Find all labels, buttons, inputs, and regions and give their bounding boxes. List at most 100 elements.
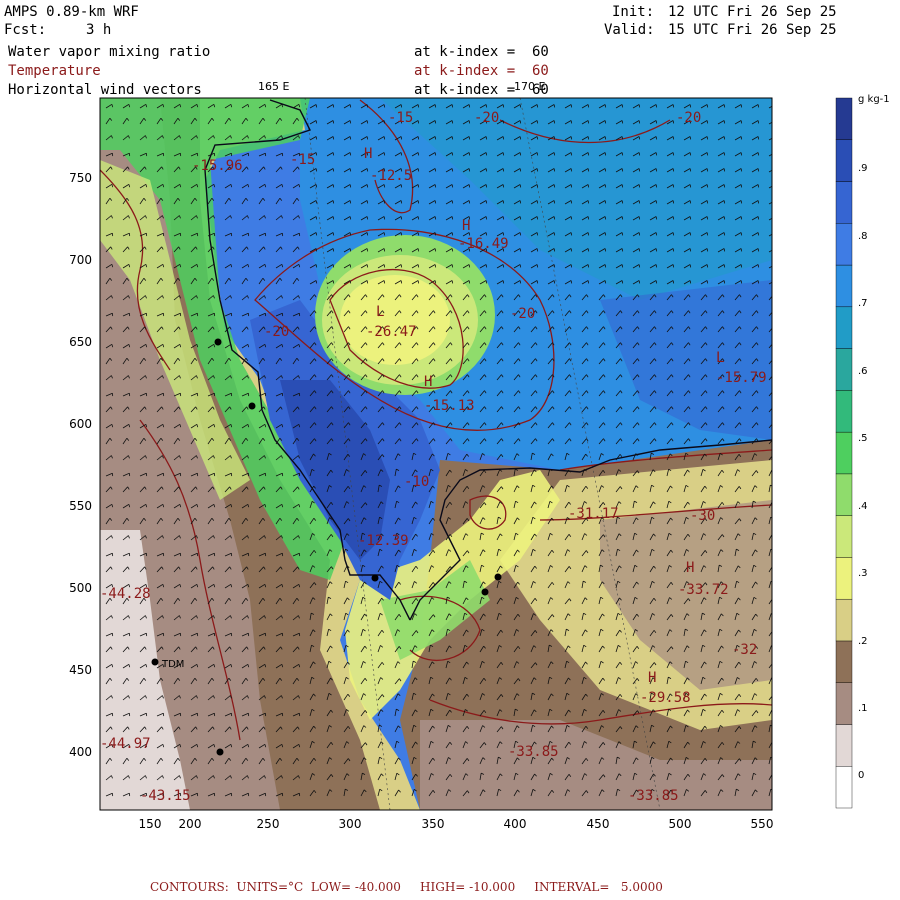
y-tick-label: 650	[69, 335, 92, 349]
colorbar-swatch	[835, 264, 853, 308]
footer-units: UNITS=°C	[236, 880, 304, 894]
y-tick-label: 450	[69, 663, 92, 677]
extreme-marker: L	[716, 350, 724, 366]
map-plot-area: H -12.5 H -16.49 L -26.47 H -15.13 L -15…	[100, 98, 776, 810]
x-tick-label: 550	[751, 817, 774, 831]
extreme-value: -43.15	[140, 788, 191, 804]
station-dot	[371, 574, 379, 582]
wind-barb	[773, 455, 775, 458]
colorbar-tick: .8	[858, 231, 868, 242]
footer-contours-label: CONTOURS:	[150, 880, 229, 894]
wind-barb	[773, 598, 775, 600]
x-tick-label: 350	[422, 817, 445, 831]
colorbar-swatch	[835, 515, 853, 558]
wind-barb	[775, 185, 776, 188]
wind-barb	[773, 630, 775, 632]
contour-footer: CONTOURS: UNITS=°C LOW= -40.000 HIGH= -1…	[150, 880, 663, 894]
wind-barb	[772, 534, 774, 536]
x-axis: 150 200 250 300 350 400 450 500 550	[139, 817, 774, 831]
x-tick-label: 250	[257, 817, 280, 831]
colorbar-swatch	[835, 223, 853, 266]
contour-label: -32	[732, 642, 757, 658]
colorbar-swatch	[835, 97, 853, 140]
extreme-value: -33.85	[508, 744, 559, 760]
colorbar	[835, 97, 853, 809]
extreme-marker: H	[648, 670, 656, 686]
wind-barb	[774, 295, 776, 298]
extreme-marker: H	[462, 218, 470, 234]
contour-label: -10	[404, 474, 429, 490]
station-dot	[214, 338, 222, 346]
colorbar-tick: .5	[858, 433, 868, 444]
contour-label: -15	[388, 110, 413, 126]
wind-barb	[775, 105, 776, 108]
x-tick-label: 300	[339, 817, 362, 831]
contour-label: -31.17	[568, 506, 619, 522]
contour-label: -20	[474, 110, 499, 126]
colorbar-swatch	[835, 640, 853, 683]
extreme-value: -16.49	[458, 236, 509, 252]
colorbar-swatch	[835, 306, 853, 349]
extreme-value: -15.79	[716, 370, 767, 386]
wind-barb	[774, 439, 776, 442]
colorbar-swatch	[835, 766, 853, 809]
x-tick-label: 150	[139, 817, 162, 831]
y-tick-label: 500	[69, 581, 92, 595]
colorbar-tick: .4	[858, 501, 868, 512]
extreme-value: -44.28	[100, 586, 151, 602]
wind-barb	[773, 662, 775, 665]
contour-label: -20	[510, 306, 535, 322]
extreme-value: -33.72	[678, 582, 729, 598]
wind-barb	[774, 327, 776, 330]
extreme-marker: H	[424, 374, 432, 390]
wind-barb	[775, 233, 776, 236]
station-dot	[151, 658, 159, 666]
wind-barb	[775, 281, 776, 284]
wind-barb	[775, 265, 776, 268]
colorbar-swatch	[835, 139, 853, 182]
colorbar-tick: .3	[858, 568, 868, 579]
extreme-marker: H	[364, 146, 372, 162]
x-tick-label: 450	[587, 817, 610, 831]
colorbar-labels: g kg-1 0 .1 .2 .3 .4 .5 .6 .7 .8 .9	[858, 94, 890, 781]
landmark-label: TDM	[161, 659, 184, 670]
wind-barb	[775, 201, 776, 204]
wind-barb	[775, 249, 776, 252]
colorbar-swatch	[835, 390, 853, 433]
wind-barb	[775, 169, 776, 172]
y-tick-label: 700	[69, 253, 92, 267]
extreme-value: -44.97	[100, 736, 151, 752]
wind-barb	[774, 375, 776, 378]
contour-label: -30	[690, 508, 715, 524]
x-tick-label: 500	[669, 817, 692, 831]
x-tick-label: 400	[504, 817, 527, 831]
colorbar-swatch	[835, 598, 853, 642]
colorbar-unit: g kg-1	[858, 94, 890, 105]
colorbar-swatch	[835, 724, 853, 767]
map-figure: H -12.5 H -16.49 L -26.47 H -15.13 L -15…	[69, 80, 890, 831]
wind-barb	[775, 137, 776, 140]
wind-barb	[775, 217, 776, 220]
extreme-marker: L	[376, 304, 384, 320]
y-axis: 750 700 650 600 550 500 450 400	[69, 171, 92, 759]
extreme-value: -12.39	[358, 533, 409, 549]
colorbar-swatch	[835, 682, 853, 725]
wind-barb	[773, 695, 775, 698]
station-dot	[216, 748, 224, 756]
colorbar-tick: .2	[858, 636, 868, 647]
wind-barb	[774, 407, 776, 410]
wind-barb	[774, 359, 776, 362]
contour-label: -20	[264, 324, 289, 340]
y-tick-label: 750	[69, 171, 92, 185]
wind-barb	[775, 121, 776, 124]
meridian-label: 170 E	[514, 80, 545, 93]
colorbar-swatch	[835, 431, 853, 475]
extreme-value: -15.96	[192, 158, 243, 174]
meridian-label: 165 E	[258, 80, 289, 93]
wind-barb	[774, 423, 776, 426]
wind-barb	[774, 343, 776, 346]
footer-high: HIGH= -10.000	[420, 880, 516, 894]
station-dot	[248, 402, 256, 410]
station-dot	[481, 588, 489, 596]
y-tick-label: 400	[69, 745, 92, 759]
